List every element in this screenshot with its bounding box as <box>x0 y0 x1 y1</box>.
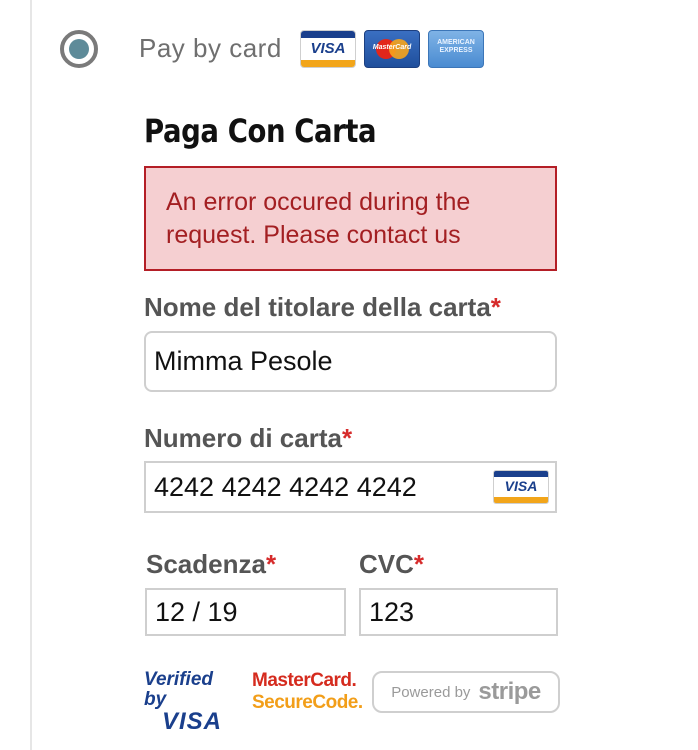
expiry-value: 12 / 19 <box>155 596 238 627</box>
required-marker: * <box>265 549 277 579</box>
expiry-input[interactable]: 12 / 19 <box>145 588 346 636</box>
form-title: Paga Con Carta <box>144 112 377 150</box>
cardholder-label: Nome del titolare della carta* <box>144 292 501 322</box>
verified-by-visa-badge: Verified by VISA <box>144 669 222 735</box>
detected-visa-icon: VISA <box>493 470 549 504</box>
powered-by-text: Powered by <box>391 683 471 701</box>
cardholder-name-value: Mimma Pesole <box>154 346 333 376</box>
required-marker: * <box>413 549 425 579</box>
card-number-value: 4242 4242 4242 4242 <box>154 471 417 502</box>
required-marker: * <box>341 423 353 453</box>
error-message: An error occured during the request. Ple… <box>166 188 471 249</box>
pay-by-card-radio[interactable] <box>60 30 98 68</box>
stripe-logo-icon: stripe <box>478 678 541 705</box>
cvc-label: CVC* <box>359 549 425 579</box>
visa-logo-icon: VISA <box>300 30 356 68</box>
mastercard-securecode-badge: MasterCard. SecureCode. <box>252 670 363 713</box>
radio-selected-dot <box>69 39 89 59</box>
cardholder-name-input[interactable]: Mimma Pesole <box>144 331 557 392</box>
cvc-input[interactable]: 123 <box>359 588 558 636</box>
expiry-label: Scadenza* <box>146 549 277 579</box>
amex-logo-icon: AMERICAN EXPRESS <box>428 30 484 68</box>
cvc-value: 123 <box>369 596 415 627</box>
required-marker: * <box>490 292 501 322</box>
mastercard-logo-icon: MasterCard <box>364 30 420 68</box>
card-number-input[interactable]: 4242 4242 4242 4242 VISA <box>144 461 557 513</box>
card-number-label: Numero di carta* <box>144 423 353 453</box>
error-alert: An error occured during the request. Ple… <box>144 166 557 271</box>
left-border-line <box>30 0 32 750</box>
pay-by-card-label[interactable]: Pay by card <box>139 33 282 64</box>
powered-by-stripe-badge[interactable]: Powered by stripe <box>372 671 560 713</box>
